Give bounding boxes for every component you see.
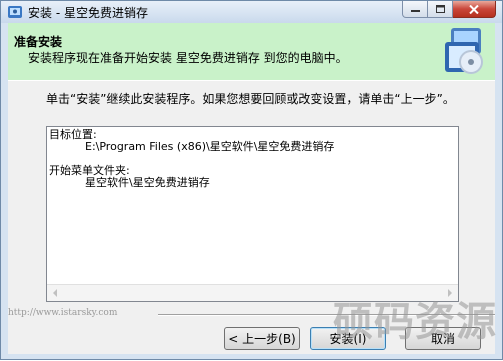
settings-summary-box[interactable]: 目标位置: E:\Program Files (x86)\星空软件\星空免费进销存…	[46, 126, 459, 302]
dest-value: E:\Program Files (x86)\星空软件\星空免费进销存	[85, 140, 335, 153]
window-title: 安装 - 星空免费进销存	[28, 6, 148, 20]
minimize-icon	[410, 10, 420, 12]
intro-text: 单击“安装”继续此安装程序。如果您想要回顾或改变设置，请单击“上一步”。	[46, 92, 455, 106]
page-title: 准备安装	[14, 35, 63, 49]
installer-window: 安装 - 星空免费进销存 准备安装 安装程序现在准备开始安装 星空免费进销存 到…	[0, 0, 503, 360]
menu-value: 星空软件\星空免费进销存	[85, 176, 210, 189]
page-subtitle: 安装程序现在准备开始安装 星空免费进销存 到您的电脑中。	[28, 51, 348, 65]
wizard-page: 准备安装 安装程序现在准备开始安装 星空免费进销存 到您的电脑中。 单击“安装”…	[8, 23, 495, 354]
back-button[interactable]: < 上一步(B)	[224, 327, 300, 350]
scroll-right-button[interactable]	[442, 285, 458, 301]
setup-disk-icon	[445, 28, 483, 74]
wizard-header: 准备安装 安装程序现在准备开始安装 星空免费进销存 到您的电脑中。	[8, 23, 495, 81]
install-button[interactable]: 安装(I)	[310, 327, 386, 350]
horizontal-scrollbar[interactable]	[47, 284, 458, 301]
app-icon	[8, 6, 22, 18]
cancel-button[interactable]: 取消	[405, 327, 481, 350]
scroll-left-button[interactable]	[47, 285, 63, 301]
etched-line	[158, 314, 495, 316]
footer-divider: http://www.istarsky.com	[8, 308, 495, 320]
arrow-left-icon	[53, 289, 57, 297]
settings-summary: 目标位置: E:\Program Files (x86)\星空软件\星空免费进销存…	[49, 129, 444, 189]
maximize-button[interactable]	[428, 1, 453, 18]
caption-buttons	[402, 1, 496, 19]
close-button[interactable]	[453, 1, 496, 18]
maximize-icon	[435, 5, 445, 13]
close-icon	[469, 4, 479, 14]
title-bar[interactable]: 安装 - 星空免费进销存	[1, 1, 502, 23]
header-divider	[8, 80, 495, 81]
arrow-right-icon	[448, 289, 452, 297]
minimize-button[interactable]	[402, 1, 428, 18]
brand-url: http://www.istarsky.com	[8, 308, 118, 318]
